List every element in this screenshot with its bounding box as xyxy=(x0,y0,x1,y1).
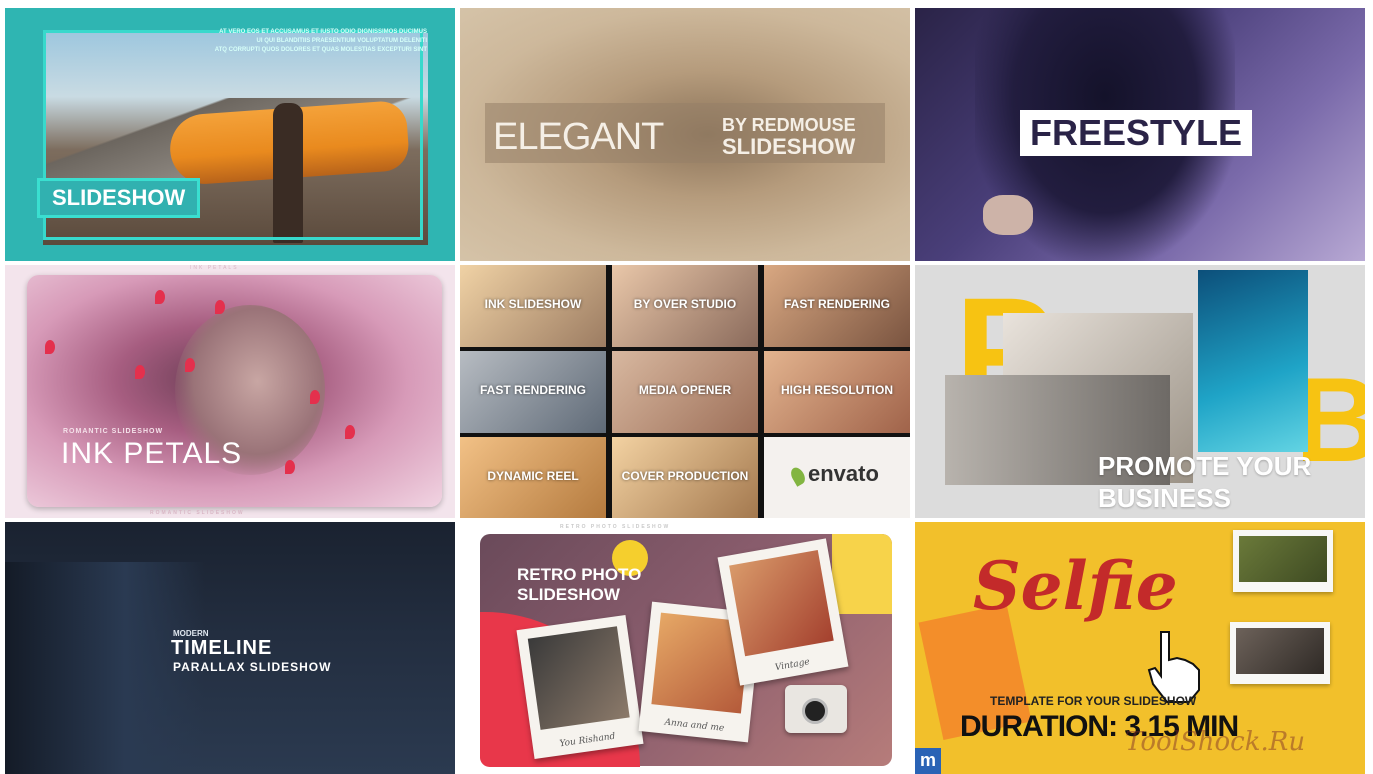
tile-elegant[interactable]: ELEGANT BY REDMOUSE SLIDESHOW xyxy=(460,8,910,261)
elegant-title: ELEGANT xyxy=(493,116,664,158)
grid-cell-label: DYNAMIC REEL xyxy=(487,469,579,483)
petal xyxy=(135,365,145,379)
timeline-title: TIMELINE xyxy=(171,637,273,659)
photo-woman xyxy=(527,626,630,730)
photo-inner xyxy=(1236,628,1324,674)
small-copy: AT VERO EOS ET ACCUSAMUS ET IUSTO ODIO D… xyxy=(215,28,427,55)
petal xyxy=(285,460,295,474)
grid-cell-label: FAST RENDERING xyxy=(783,297,890,311)
slideshow-subtitle: SLIDESHOW xyxy=(722,134,856,159)
grid-cell[interactable]: BY OVER STUDIO xyxy=(612,265,758,347)
photo-inner xyxy=(1239,536,1327,582)
envato-leaf-icon xyxy=(788,465,808,487)
retro-title-line: SLIDESHOW xyxy=(517,585,620,604)
grid-cell-label: BY OVER STUDIO xyxy=(633,297,737,311)
retro-title-line: RETRO PHOTO xyxy=(517,565,642,584)
petal xyxy=(45,340,55,354)
promote-line: PROMOTE YOUR xyxy=(1098,451,1312,481)
photo-frame xyxy=(1233,530,1333,592)
petal xyxy=(185,358,195,372)
grid-cell[interactable]: HIGH RESOLUTION xyxy=(764,351,910,433)
romantic-footer: ROMANTIC SLIDESHOW xyxy=(150,510,245,516)
camera-lens-icon xyxy=(802,698,828,724)
small-copy-line: AT VERO EOS ET ACCUSAMUS ET IUSTO ODIO D… xyxy=(219,29,427,35)
ink-petals-title: INK PETALS xyxy=(61,437,243,470)
top-caption: INK PETALS xyxy=(190,265,239,271)
photo-woman-red xyxy=(729,550,834,657)
parallax-subtitle: PARALLAX SLIDESHOW xyxy=(173,660,332,674)
grid-cell[interactable]: FAST RENDERING xyxy=(460,351,606,433)
photo-frame xyxy=(1230,622,1330,684)
tile-selfie[interactable]: Selfie TEMPLATE FOR YOUR SLIDESHOW DURAT… xyxy=(915,522,1365,774)
grid-cell-label: INK SLIDESHOW xyxy=(484,297,582,311)
watermark: ToolShock.Ru xyxy=(1125,727,1306,757)
polaroid-photo: You Rishand xyxy=(516,614,644,760)
freestyle-label: FREESTYLE xyxy=(1020,110,1253,156)
grid-cell-label: MEDIA OPENER xyxy=(638,383,732,397)
grid-cell-label: FAST RENDERING xyxy=(479,383,586,397)
slideshow-label: SLIDESHOW xyxy=(37,178,201,218)
retro-footer: RETRO PHOTO SLIDESHOW xyxy=(560,524,671,530)
retro-title: RETRO PHOTO SLIDESHOW xyxy=(517,565,641,605)
underwater-photo xyxy=(1198,270,1308,452)
petal xyxy=(155,290,165,304)
grid-cell-label: COVER PRODUCTION xyxy=(621,469,749,483)
tile-timeline[interactable]: MODERN TIMELINE PARALLAX SLIDESHOW xyxy=(5,522,455,774)
grid-cell[interactable]: INK SLIDESHOW xyxy=(460,265,606,347)
tile-promote-business[interactable]: P B PROMOTE YOUR BUSINESS xyxy=(915,265,1365,518)
selfie-title: Selfie xyxy=(973,547,1178,625)
grid-cell[interactable]: MEDIA OPENER xyxy=(612,351,758,433)
grid-cell-label: HIGH RESOLUTION xyxy=(780,383,893,397)
grid-cell-envato[interactable]: envato xyxy=(764,437,910,518)
grid-cell[interactable]: FAST RENDERING xyxy=(764,265,910,347)
promote-text: PROMOTE YOUR BUSINESS xyxy=(1098,450,1311,514)
tile-ink-petals[interactable]: INK PETALS ROMANTIC SLIDESHOW INK PETALS… xyxy=(5,265,455,518)
petal xyxy=(345,425,355,439)
small-copy-line: UI QUI BLANDITIIS PRAESENTIUM VOLUPTATUM… xyxy=(256,38,427,44)
m-logo-icon: m xyxy=(915,748,941,774)
template-text: TEMPLATE FOR YOUR SLIDESHOW xyxy=(990,694,1197,708)
grid-cell[interactable]: DYNAMIC REEL xyxy=(460,437,606,518)
tile-slideshow[interactable]: AT VERO EOS ET ACCUSAMUS ET IUSTO ODIO D… xyxy=(5,8,455,261)
polaroid-photo: Vintage xyxy=(717,538,849,686)
grid-cell[interactable]: COVER PRODUCTION xyxy=(612,437,758,518)
yellow-shape xyxy=(832,534,892,614)
romantic-subtitle: ROMANTIC SLIDESHOW xyxy=(63,428,164,435)
petal xyxy=(215,300,225,314)
by-redmouse: BY REDMOUSE xyxy=(722,115,856,135)
small-copy-line: ATQ CORRUPTI QUOS DOLORES ET QUAS MOLEST… xyxy=(214,47,427,53)
tile-freestyle[interactable]: FREESTYLE xyxy=(915,8,1365,261)
tile-ink-grid[interactable]: INK SLIDESHOW BY OVER STUDIO FAST RENDER… xyxy=(460,265,910,518)
tile-retro-photo[interactable]: RETRO PHOTO SLIDESHOW RETRO PHOTO SLIDES… xyxy=(460,522,910,774)
envato-logo: envato xyxy=(808,461,879,486)
hand xyxy=(983,195,1033,235)
petal xyxy=(310,390,320,404)
business-line: BUSINESS xyxy=(1098,483,1231,513)
